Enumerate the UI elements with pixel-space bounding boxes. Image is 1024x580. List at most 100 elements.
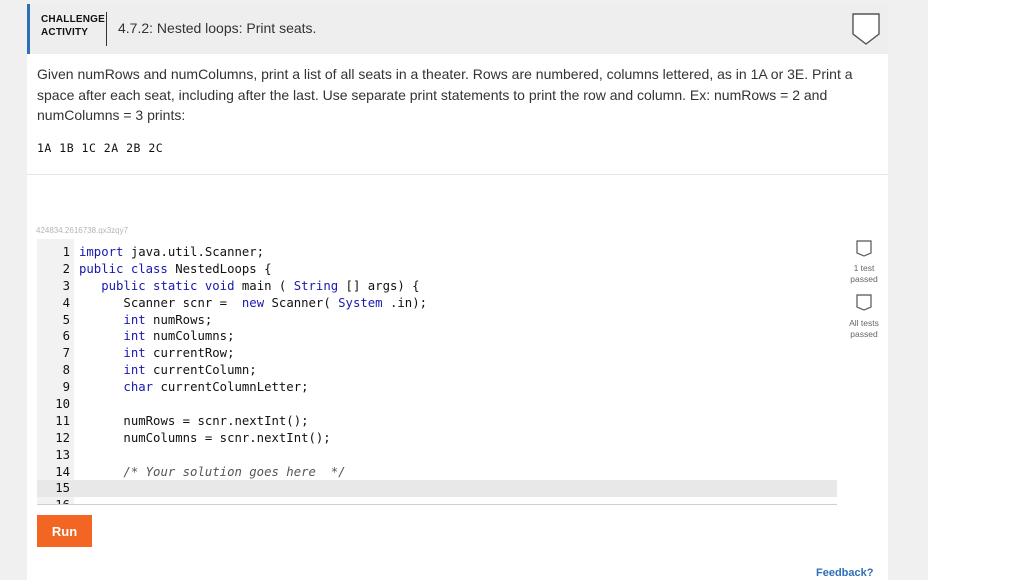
code-text[interactable]: public static void main ( String [] args…: [79, 278, 420, 295]
code-token: char: [123, 380, 154, 395]
line-number: 9: [62, 380, 70, 395]
code-token: public static void: [101, 278, 235, 293]
code-token: Scanner scnr =: [123, 295, 235, 310]
line-number: 14: [55, 464, 70, 479]
code-token: int: [123, 346, 146, 361]
code-text[interactable]: public class NestedLoops {: [79, 261, 272, 278]
line-number: 7: [62, 346, 70, 361]
code-token: import: [79, 245, 124, 259]
line-number: 15: [55, 481, 70, 496]
code-token: String: [293, 278, 339, 293]
line-number: 11: [55, 413, 70, 428]
example-output: 1A 1B 1C 2A 2B 2C: [37, 141, 164, 155]
code-line[interactable]: 14 /* Your solution goes here */: [37, 464, 837, 481]
code-token: currentRow;: [153, 346, 235, 361]
activity-header: CHALLENGE ACTIVITY 4.7.2: Nested loops: …: [27, 4, 888, 54]
code-token: numRows = scnr.nextInt();: [123, 413, 309, 428]
one-test-status-line1: 1 test: [853, 263, 875, 273]
code-text[interactable]: import java.util.Scanner;: [79, 244, 264, 261]
line-number: 6: [62, 329, 70, 344]
code-line[interactable]: 5 int numRows;: [37, 312, 837, 329]
line-number: 1: [62, 245, 70, 259]
code-line[interactable]: 16: [37, 497, 837, 504]
code-line[interactable]: 11 numRows = scnr.nextInt();: [37, 413, 837, 430]
right-blank-panel: [928, 0, 1024, 580]
line-number: 4: [62, 295, 70, 310]
code-token: Scanner(: [271, 295, 331, 310]
code-editor[interactable]: 1 import java.util.Scanner; 2 public class …: [37, 239, 837, 505]
code-text[interactable]: numColumns = scnr.nextInt();: [79, 430, 331, 447]
code-line[interactable]: 3 public static void main ( String [] ar…: [37, 278, 837, 295]
code-token: public class: [79, 261, 168, 276]
run-button[interactable]: Run: [37, 515, 92, 547]
challenge-activity-card: CHALLENGE ACTIVITY 4.7.2: Nested loops: …: [27, 4, 888, 580]
line-number: 13: [55, 447, 70, 462]
header-accent-bar: [27, 4, 30, 54]
code-line[interactable]: 10: [37, 396, 837, 413]
code-text[interactable]: numRows = scnr.nextInt();: [79, 413, 309, 430]
code-token: .in);: [389, 295, 428, 310]
one-test-status: 1 test passed: [834, 263, 894, 285]
code-line[interactable]: 4 Scanner scnr = new Scanner( System .in…: [37, 295, 837, 312]
code-token: int: [123, 312, 146, 327]
code-line[interactable]: 15: [37, 480, 837, 498]
code-token: main (: [241, 278, 287, 293]
problem-statement: Given numRows and numColumns, print a li…: [37, 66, 853, 123]
code-text[interactable]: /* Your solution goes here */: [79, 464, 346, 481]
code-line[interactable]: 7 int currentRow;: [37, 345, 837, 362]
activity-type-line2: ACTIVITY: [41, 27, 89, 38]
all-tests-status-line1: All tests: [849, 318, 879, 328]
code-text[interactable]: int numRows;: [79, 312, 212, 329]
all-tests-status-line2: passed: [850, 329, 878, 339]
code-token: currentColumn;: [153, 363, 257, 378]
code-lines[interactable]: 1 import java.util.Scanner; 2 public class …: [37, 244, 837, 504]
one-test-status-line2: passed: [850, 274, 878, 284]
line-number: 8: [62, 363, 70, 378]
code-token: numColumns;: [153, 329, 235, 344]
one-test-checkbox-icon: [856, 240, 872, 257]
line-number: 2: [62, 261, 70, 276]
code-text[interactable]: int currentColumn;: [79, 362, 257, 379]
line-number: 12: [55, 430, 70, 445]
code-text[interactable]: int currentRow;: [79, 345, 234, 362]
feedback-link[interactable]: Feedback?: [816, 567, 873, 579]
code-token: int: [123, 363, 146, 378]
activity-title: 4.7.2: Nested loops: Print seats.: [118, 20, 317, 36]
header-divider: [106, 12, 107, 46]
section-divider: [27, 174, 888, 175]
code-token: new: [241, 295, 265, 310]
code-line[interactable]: 13: [37, 447, 837, 464]
code-line[interactable]: 1 import java.util.Scanner;: [37, 244, 837, 261]
code-token: numColumns = scnr.nextInt();: [123, 430, 331, 445]
line-number: 16: [37, 497, 70, 504]
activity-type-line1: CHALLENGE: [41, 14, 106, 25]
code-line[interactable]: 9 char currentColumnLetter;: [37, 379, 837, 396]
code-text[interactable]: int numColumns;: [79, 328, 234, 345]
all-tests-status: All tests passed: [834, 318, 894, 340]
code-line[interactable]: 8 int currentColumn;: [37, 362, 837, 379]
code-token: currentColumnLetter;: [160, 380, 309, 395]
code-token: java.util.Scanner;: [130, 245, 265, 259]
code-text[interactable]: Scanner scnr = new Scanner( System .in);: [79, 295, 427, 312]
code-token: [] args) {: [345, 278, 420, 293]
code-line[interactable]: 6 int numColumns;: [37, 328, 837, 345]
code-token: numRows;: [153, 312, 213, 327]
code-line[interactable]: 12 numColumns = scnr.nextInt();: [37, 430, 837, 447]
code-token: /* Your solution goes here */: [123, 464, 346, 479]
code-token: System: [338, 295, 383, 310]
code-text[interactable]: char currentColumnLetter;: [79, 379, 309, 396]
line-number: 5: [62, 312, 70, 327]
code-line[interactable]: 2 public class NestedLoops {: [37, 261, 837, 278]
completion-badge-icon: [852, 13, 880, 45]
all-tests-checkbox-icon: [856, 294, 872, 311]
